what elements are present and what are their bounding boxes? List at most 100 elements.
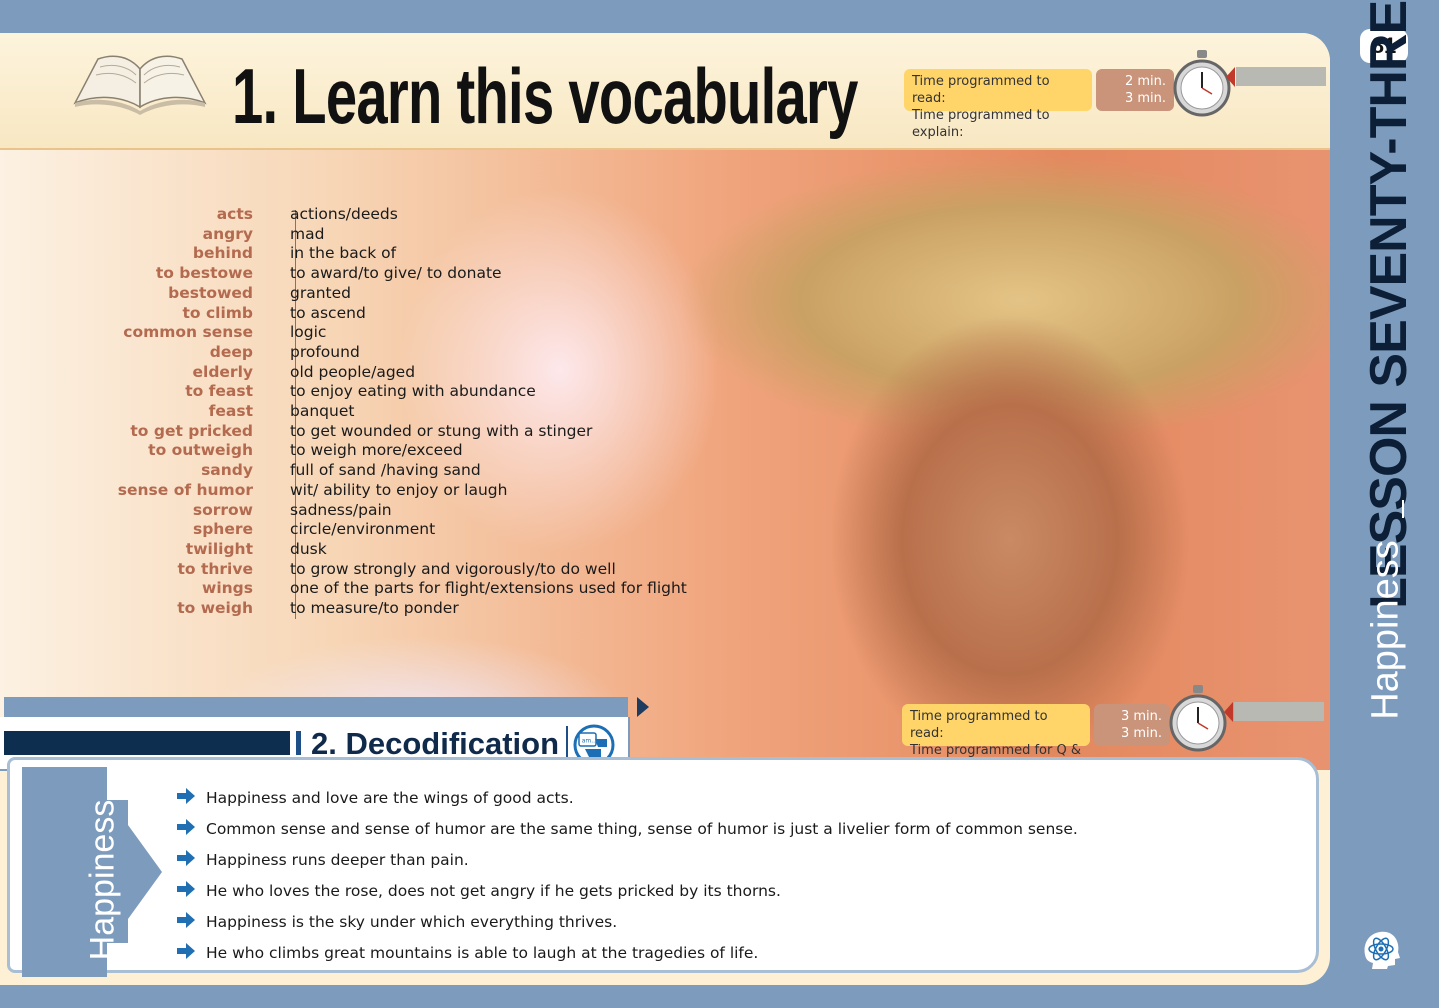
vocab-definition: one of the parts for flight/extensions u… [290,579,687,598]
sentence-text: He who climbs great mountains is able to… [206,943,759,962]
vocab-term: to weigh [177,599,253,618]
vocab-term: to thrive [177,559,253,578]
vocab-definition: sadness/pain [290,500,392,519]
arrow-bullet-icon [176,849,206,870]
sentence-text: Common sense and sense of humor are the … [206,819,1078,838]
marker-tab-2 [1224,702,1233,722]
vocab-term: to get pricked [130,421,253,440]
vocab-row: wings one of the parts for flight/extensi… [100,579,687,599]
sentence-item: Happiness is the sky under which everyth… [176,906,1078,937]
timer2-read-value: 3 min. [1120,709,1162,724]
sentence-text: Happiness and love are the wings of good… [206,788,574,807]
vocab-definition: profound [290,342,360,361]
sentence-text: Happiness runs deeper than pain. [206,850,469,869]
vocab-definition: mad [290,224,325,243]
vocab-row: common sense logic [100,323,687,343]
arrow-bullet-icon [176,911,206,932]
timer-labels: Time programmed to read: Time programmed… [904,69,1092,140]
vocab-definition: to measure/to ponder [290,599,459,618]
vocab-term: common sense [123,323,253,342]
arrow-bullet-icon [176,942,206,963]
timer-explain-label: Time programmed to explain: [912,108,1050,140]
vocab-term: wings [202,579,253,598]
vocab-term: acts [216,205,253,223]
vocab-definition: logic [290,323,327,342]
timer-read-label: Time programmed to read: [912,74,1050,106]
vocab-row: bestowed granted [100,284,687,304]
vocab-term: deep [209,342,253,361]
timer2-read-label: Time programmed to read: [910,709,1048,741]
vocabulary-list: acts actions/deeds angry mad behind in the ba… [100,205,687,619]
vocab-term: sense of humor [117,480,253,499]
sentence-item: Happiness and love are the wings of good… [176,782,1078,813]
open-book-icon [73,55,207,115]
discussion-icon-text: I am... [578,738,597,745]
section2-marker [296,731,301,755]
vocab-row: angry mad [100,225,687,245]
sentence-text: He who loves the rose, does not get angr… [206,881,781,900]
topic-vertical: Happiness [1364,540,1407,720]
vocab-row: behind in the back of [100,244,687,264]
vocab-row: acts actions/deeds [100,205,687,225]
section2-pointer [637,697,649,717]
vocab-definition: circle/environment [290,520,436,539]
vocab-term: bestowed [168,283,253,302]
vocab-row: to feast to enjoy eating with abundance [100,382,687,402]
vocab-row: to outweigh to weigh more/exceed [100,441,687,461]
sentence-list: Happiness and love are the wings of good… [176,782,1078,968]
stopwatch-icon-2 [1169,685,1227,752]
title-separator [1402,500,1404,518]
vocab-row: to climb to ascend [100,304,687,324]
vocab-row: deep profound [100,343,687,363]
vocab-term: twilight [185,539,253,558]
arrow-bullet-icon [176,880,206,901]
vocab-term: to climb [182,303,253,322]
vocab-definition: in the back of [290,244,397,263]
side-tab-label: Happiness [83,799,122,961]
vocab-definition: full of sand /having sand [290,461,481,480]
vocab-definition: dusk [290,539,327,558]
section1-title: 1. Learn this vocabulary [232,52,858,140]
vocab-row: feast banquet [100,402,687,422]
vocab-term: to feast [185,382,253,401]
stopwatch-icon [1173,50,1231,117]
vocab-row: twilight dusk [100,540,687,560]
sentence-item: Common sense and sense of humor are the … [176,813,1078,844]
vocab-term: behind [192,244,253,263]
vocab-definition: old people/aged [290,362,416,381]
arrow-bullet-icon [176,787,206,808]
marker-tab [1226,67,1235,87]
vocab-row: elderly old people/aged [100,363,687,383]
vocab-term: feast [208,402,253,421]
vocab-definition: to weigh more/exceed [290,441,463,460]
grey-bar-2 [1234,702,1324,721]
vocab-row: to get pricked to get wounded or stung wi… [100,422,687,442]
sentence-text: Happiness is the sky under which everyth… [206,912,618,931]
vocab-term: to bestowe [155,264,253,283]
section2-top-bar [4,697,628,717]
timer-explain-value: 3 min. [1124,91,1166,106]
timer-values: 2 min. 3 min. [1096,69,1174,111]
vocab-definition: to award/to give/ to donate [290,264,502,283]
vocab-row: sandy full of sand /having sand [100,461,687,481]
timer2-labels: Time programmed to read: Time programmed… [902,704,1090,775]
vocab-definition: granted [290,283,351,302]
timer2-qa-value: 3 min. [1120,726,1162,741]
timer2-values: 3 min. 3 min. [1094,704,1170,746]
section2-dark-bar [4,731,290,755]
vocab-definition: to grow strongly and vigorously/to do we… [290,559,616,578]
vocab-definition: actions/deeds [290,205,398,223]
vocab-term: to outweigh [148,441,253,460]
vocab-term: sorrow [192,500,253,519]
vocab-definition: to ascend [290,303,366,322]
lesson-title-vertical: LESSON SEVENTY-THREE [1360,0,1418,609]
vocab-term: elderly [192,362,254,381]
vocab-definition: to get wounded or stung with a stinger [290,421,593,440]
sentence-item: Happiness runs deeper than pain. [176,844,1078,875]
vocab-term: angry [202,224,253,243]
vocab-row: to weigh to measure/to ponder [100,599,687,619]
atom-head-icon [1364,931,1400,969]
vocab-row: sorrow sadness/pain [100,501,687,521]
vocab-term: sphere [192,520,253,539]
vocab-row: sphere circle/environment [100,520,687,540]
